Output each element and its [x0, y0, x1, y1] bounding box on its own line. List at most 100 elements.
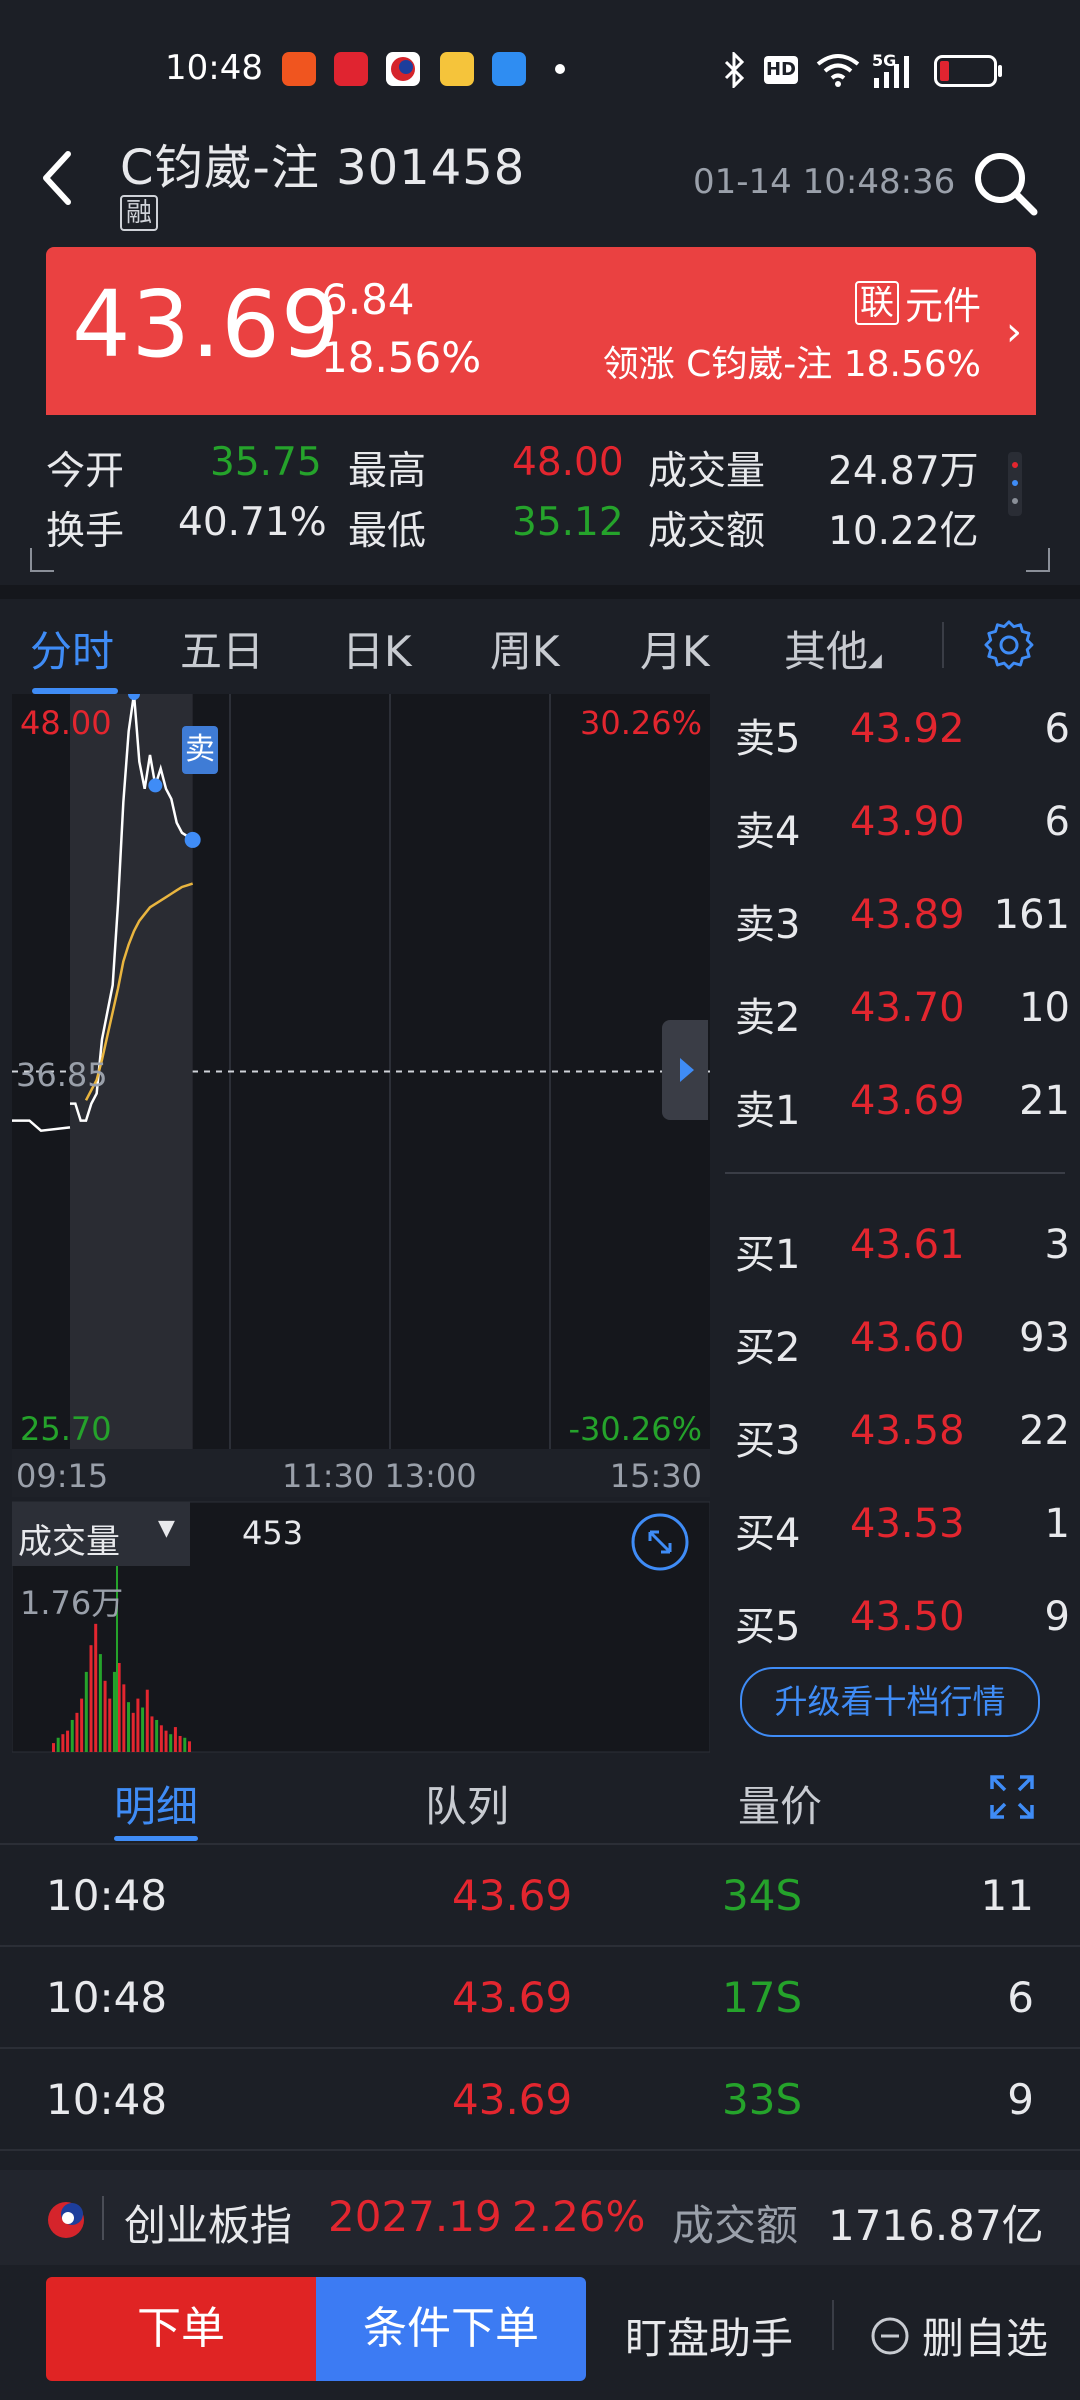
bid-row[interactable]: 买5 43.50 9	[725, 1594, 1070, 1654]
book-divider	[725, 1172, 1065, 1174]
volume-bar	[155, 1719, 159, 1752]
trade-row: 10:48 43.69 17S 6	[0, 1947, 1080, 2049]
tab-monthly-k[interactable]: 月K	[640, 618, 710, 679]
tab-more[interactable]: 其他◢	[784, 618, 882, 679]
volume-bar	[131, 1712, 135, 1752]
tab-volume-price[interactable]: 量价	[738, 1773, 822, 1834]
settings-gear-icon[interactable]	[984, 620, 1036, 672]
volume-selector-label: 成交量	[18, 1522, 120, 1562]
quote-stats[interactable]: 今开 35.75 最高 48.00 成交量 24.87万 换手 40.71% 最…	[0, 430, 1080, 570]
chevron-right-icon[interactable]: ›	[1006, 309, 1022, 355]
trade-marker-dot	[148, 778, 163, 793]
app-red-icon	[282, 52, 316, 86]
index-amount: 1716.87亿	[828, 2201, 1044, 2250]
wifi-icon	[816, 54, 860, 87]
last-price: 43.69	[72, 271, 341, 378]
open-value: 35.75	[210, 440, 322, 485]
high-label: 最高	[348, 449, 427, 494]
volume-selector[interactable]: 成交量 ▼	[12, 1502, 190, 1566]
cart-icon	[334, 52, 368, 86]
ask-row[interactable]: 卖2 43.70 10	[725, 985, 1070, 1045]
upgrade-level10-button[interactable]: 升级看十档行情	[740, 1667, 1040, 1737]
price-bottom-label: 25.70	[20, 1410, 112, 1448]
ask-row[interactable]: 卖1 43.69 21	[725, 1078, 1070, 1138]
amount-value: 10.22亿	[828, 509, 979, 554]
open-label: 今开	[46, 449, 125, 494]
index-amount-label: 成交额	[672, 2201, 799, 2250]
volume-bar	[169, 1734, 173, 1752]
notes-icon	[440, 52, 474, 86]
bid-row[interactable]: 买2 43.60 93	[725, 1315, 1070, 1375]
volume-bar	[145, 1689, 149, 1752]
watch-helper-button[interactable]: 盯盘助手	[625, 2305, 793, 2366]
detail-tab-underline	[114, 1836, 198, 1841]
low-value: 35.12	[512, 500, 624, 545]
index-name: 创业板指	[124, 2201, 293, 2250]
index-ticker[interactable]: 创业板指 2027.19 2.26% 成交额 1716.87亿	[0, 2170, 1080, 2265]
action-divider	[832, 2300, 834, 2350]
price-change: 6.84	[321, 275, 415, 324]
remove-favorite-button[interactable]: 删自选	[870, 2305, 1048, 2366]
stock-title: C钧崴-注 301458	[120, 140, 526, 196]
trade-list: 10:48 43.69 34S 11 10:48 43.69 17S 6 10:…	[0, 1845, 1080, 2151]
play-right-icon	[680, 1058, 694, 1082]
volume-bar	[150, 1716, 154, 1752]
last-price-dot	[184, 831, 201, 848]
sector-link[interactable]: 联 元件	[854, 275, 981, 330]
status-time: 10:48	[165, 48, 263, 88]
remove-favorite-label: 删自选	[922, 2314, 1049, 2363]
tab-queue[interactable]: 队列	[425, 1773, 509, 1834]
intraday-chart[interactable]: 48.00 30.26% 36.85 25.70 -30.26% 09:15 1…	[11, 688, 711, 1754]
tab-daily-k[interactable]: 日K	[342, 618, 412, 679]
order-book[interactable]: 卖5 43.92 6 卖4 43.90 6 卖3 43.89 161 卖2 43.70 10 卖…	[710, 694, 1080, 1754]
volume-value: 24.87万	[828, 449, 979, 494]
trade-row: 10:48 43.69 34S 11	[0, 1845, 1080, 1947]
quote-banner[interactable]: 43.69 6.84 18.56% 联 元件 领涨 C钧崴-注 18.56% ›	[46, 247, 1036, 415]
bid-row[interactable]: 买4 43.53 1	[725, 1501, 1070, 1561]
dropdown-triangle-icon: ▼	[158, 1516, 175, 1541]
sector-badge: 联	[854, 280, 899, 325]
chart-tabs: 分时 五日 日K 周K 月K 其他◢	[0, 600, 1080, 690]
ask-row[interactable]: 卖3 43.89 161	[725, 892, 1070, 952]
order-button[interactable]: 下单	[46, 2277, 316, 2381]
tab-detail[interactable]: 明细	[114, 1773, 198, 1834]
bid-row[interactable]: 买3 43.58 22	[725, 1408, 1070, 1468]
volume-bar	[89, 1645, 93, 1752]
volume-bar	[94, 1623, 98, 1752]
quote-datetime: 01-14 10:48:36	[693, 162, 956, 202]
volume-bar	[108, 1698, 112, 1752]
battery-low-icon	[934, 55, 1002, 87]
index-value: 2027.19	[328, 2192, 502, 2241]
tab-intraday[interactable]: 分时	[30, 618, 114, 679]
briefcase-icon	[492, 52, 526, 86]
amount-label: 成交额	[648, 509, 766, 554]
back-icon[interactable]	[38, 148, 78, 208]
price-top-label: 48.00	[20, 704, 112, 742]
expand-icon[interactable]	[630, 1512, 690, 1572]
sell-marker[interactable]: 卖	[182, 726, 218, 774]
expand-corner-right	[1026, 548, 1050, 572]
volume-bar	[136, 1698, 140, 1752]
turnover-label: 换手	[46, 509, 125, 554]
5g-signal-icon: 5G	[872, 51, 909, 88]
conditional-order-button[interactable]: 条件下单	[316, 2277, 586, 2381]
fullscreen-icon[interactable]	[988, 1773, 1036, 1821]
turnover-value: 40.71%	[178, 500, 327, 545]
tab-divider	[942, 622, 944, 668]
ask-row[interactable]: 卖4 43.90 6	[725, 799, 1070, 859]
search-icon[interactable]	[970, 148, 1040, 218]
volume-bar	[173, 1727, 177, 1752]
tab-weekly-k[interactable]: 周K	[490, 618, 560, 679]
tab-5day[interactable]: 五日	[180, 618, 264, 679]
ask-row[interactable]: 卖5 43.92 6	[725, 706, 1070, 766]
volume-bar	[187, 1741, 191, 1752]
volume-bar	[66, 1730, 70, 1752]
pct-top-label: 30.26%	[579, 704, 702, 742]
page-indicator	[1008, 452, 1022, 516]
sector-leader: 领涨 C钧崴-注 18.56%	[602, 344, 981, 385]
chart-side-handle[interactable]	[662, 1020, 708, 1120]
bluetooth-icon	[724, 52, 745, 88]
index-pct: 2.26%	[512, 2192, 646, 2241]
bid-row[interactable]: 买1 43.61 3	[725, 1222, 1070, 1282]
high-value: 48.00	[512, 440, 624, 485]
